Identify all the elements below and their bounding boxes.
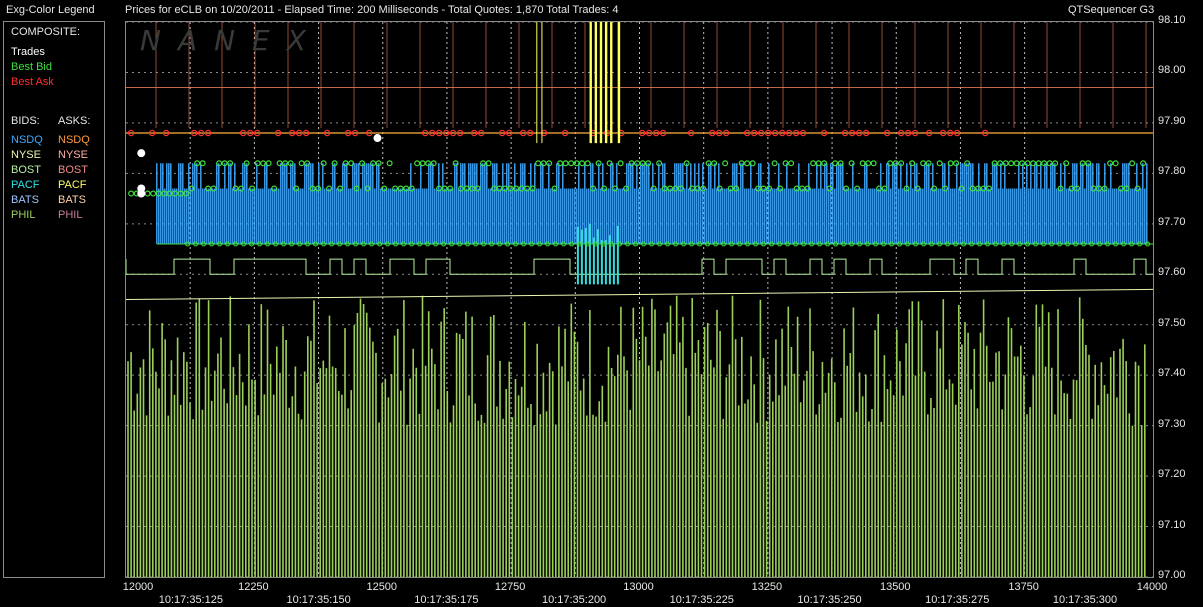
price-chart [126,22,1153,577]
legend-bid-nyse: NYSE [11,149,41,161]
best-bid-marker [386,160,393,167]
time-label: 10:17:35:225 [669,594,734,606]
best-bid-marker [1008,160,1015,167]
best-bid-marker [617,160,624,167]
y-tick-label: 97.90 [1158,114,1186,127]
legend-title: Exg-Color Legend [6,4,95,16]
y-tick-label: 97.30 [1158,417,1186,430]
legend-bid-pacf: PACF [11,179,40,191]
best-bid-marker [430,160,437,167]
best-bid-marker [788,160,795,167]
best-bid-marker [870,160,877,167]
y-tick-label: 98.10 [1158,14,1186,26]
legend-ask-nyse: NYSE [58,149,88,161]
x-axis: 12000 12250 12500 12750 13000 13250 13500 13750… [122,576,1203,607]
legend-best-ask: Best Ask [11,76,54,88]
trade-marker [137,189,146,198]
x-tick-label: 14000 [1136,581,1168,593]
y-tick-label: 98.00 [1158,64,1186,77]
best-bid-marker [298,160,305,167]
best-bid-marker [254,160,261,167]
time-label: 10:17:35:175 [414,594,479,606]
price-plot-area: NANEX [125,21,1154,578]
best-bid-marker [144,190,151,197]
app-name: QTSequencer G3 [1068,4,1155,16]
y-tick-label: 97.50 [1158,316,1186,329]
best-bid-marker [320,160,327,167]
best-bid-marker [1024,160,1031,167]
legend-ask-bost: BOST [58,164,88,176]
title-bar: Exg-Color Legend Prices for eCLB on 10/2… [0,0,1203,20]
best-bid-marker [128,190,135,197]
time-label: 10:17:35:125 [158,594,223,606]
legend-ask-phil: PHIL [58,209,83,221]
best-bid-marker [1112,160,1119,167]
x-tick-label: 12500 [366,581,398,593]
best-bid-marker [150,190,157,197]
x-tick-label: 12250 [238,581,269,593]
y-tick-label: 97.10 [1158,518,1186,531]
best-bid-marker [568,160,575,167]
legend-bid-bost: BOST [11,164,41,176]
best-bid-marker [810,160,817,167]
best-bid-marker [1129,160,1136,167]
best-bid-marker [722,160,729,167]
best-bid-marker [535,160,542,167]
exchange-color-legend: COMPOSITE: Trades Best Bid Best Ask BIDS… [3,21,105,578]
best-bid-marker [540,160,547,167]
y-axis: 98.10 98.00 97.90 97.80 97.70 97.60 97.50 97.40… [1152,14,1203,581]
chart-title: Prices for eCLB on 10/20/2011 - Elapsed … [125,4,619,16]
y-tick-label: 97.70 [1158,215,1186,228]
time-label: 10:17:35:200 [541,594,607,606]
composite-label: COMPOSITE: [11,26,81,38]
best-bid-marker [562,160,569,167]
legend-ask-pacf: PACF [58,179,87,191]
x-tick-label: 13500 [879,581,911,593]
best-bid-marker [584,160,591,167]
bids-label: BIDS: [11,115,40,127]
x-tick-label: 12750 [494,581,526,593]
y-tick-label: 97.40 [1158,367,1186,380]
asks-label: ASKS: [58,115,91,127]
x-tick-label: 13000 [623,581,654,593]
trade-marker [137,149,146,158]
time-label: 10:17:35:275 [925,594,990,606]
legend-ask-bats: BATS [58,194,86,206]
legend-best-bid: Best Bid [11,61,52,73]
y-tick-label: 97.60 [1158,266,1186,279]
legend-bid-phil: PHIL [11,209,36,221]
x-tick-label: 13250 [751,581,783,593]
x-tick-label: 13750 [1008,581,1039,593]
legend-ask-nsdq: NSDQ [58,134,90,146]
time-label: 10:17:35:150 [286,594,351,606]
trade-marker [373,134,382,143]
best-bid-marker [744,160,751,167]
nanex-watermark: NANEX [140,24,323,57]
best-bid-marker [1002,160,1009,167]
legend-bid-nsdq: NSDQ [11,134,43,146]
time-label: 10:17:35:300 [1052,594,1118,606]
legend-trades: Trades [11,46,45,58]
y-tick-label: 97.80 [1158,165,1186,178]
legend-bid-bats: BATS [11,194,39,206]
best-bid-marker [936,160,943,167]
y-tick-label: 97.20 [1158,468,1186,481]
best-bid-marker [414,160,421,167]
best-bid-marker [771,160,778,167]
time-label: 10:17:35:250 [797,594,862,606]
x-tick-label: 12000 [122,581,154,593]
best-bid-marker [579,160,586,167]
